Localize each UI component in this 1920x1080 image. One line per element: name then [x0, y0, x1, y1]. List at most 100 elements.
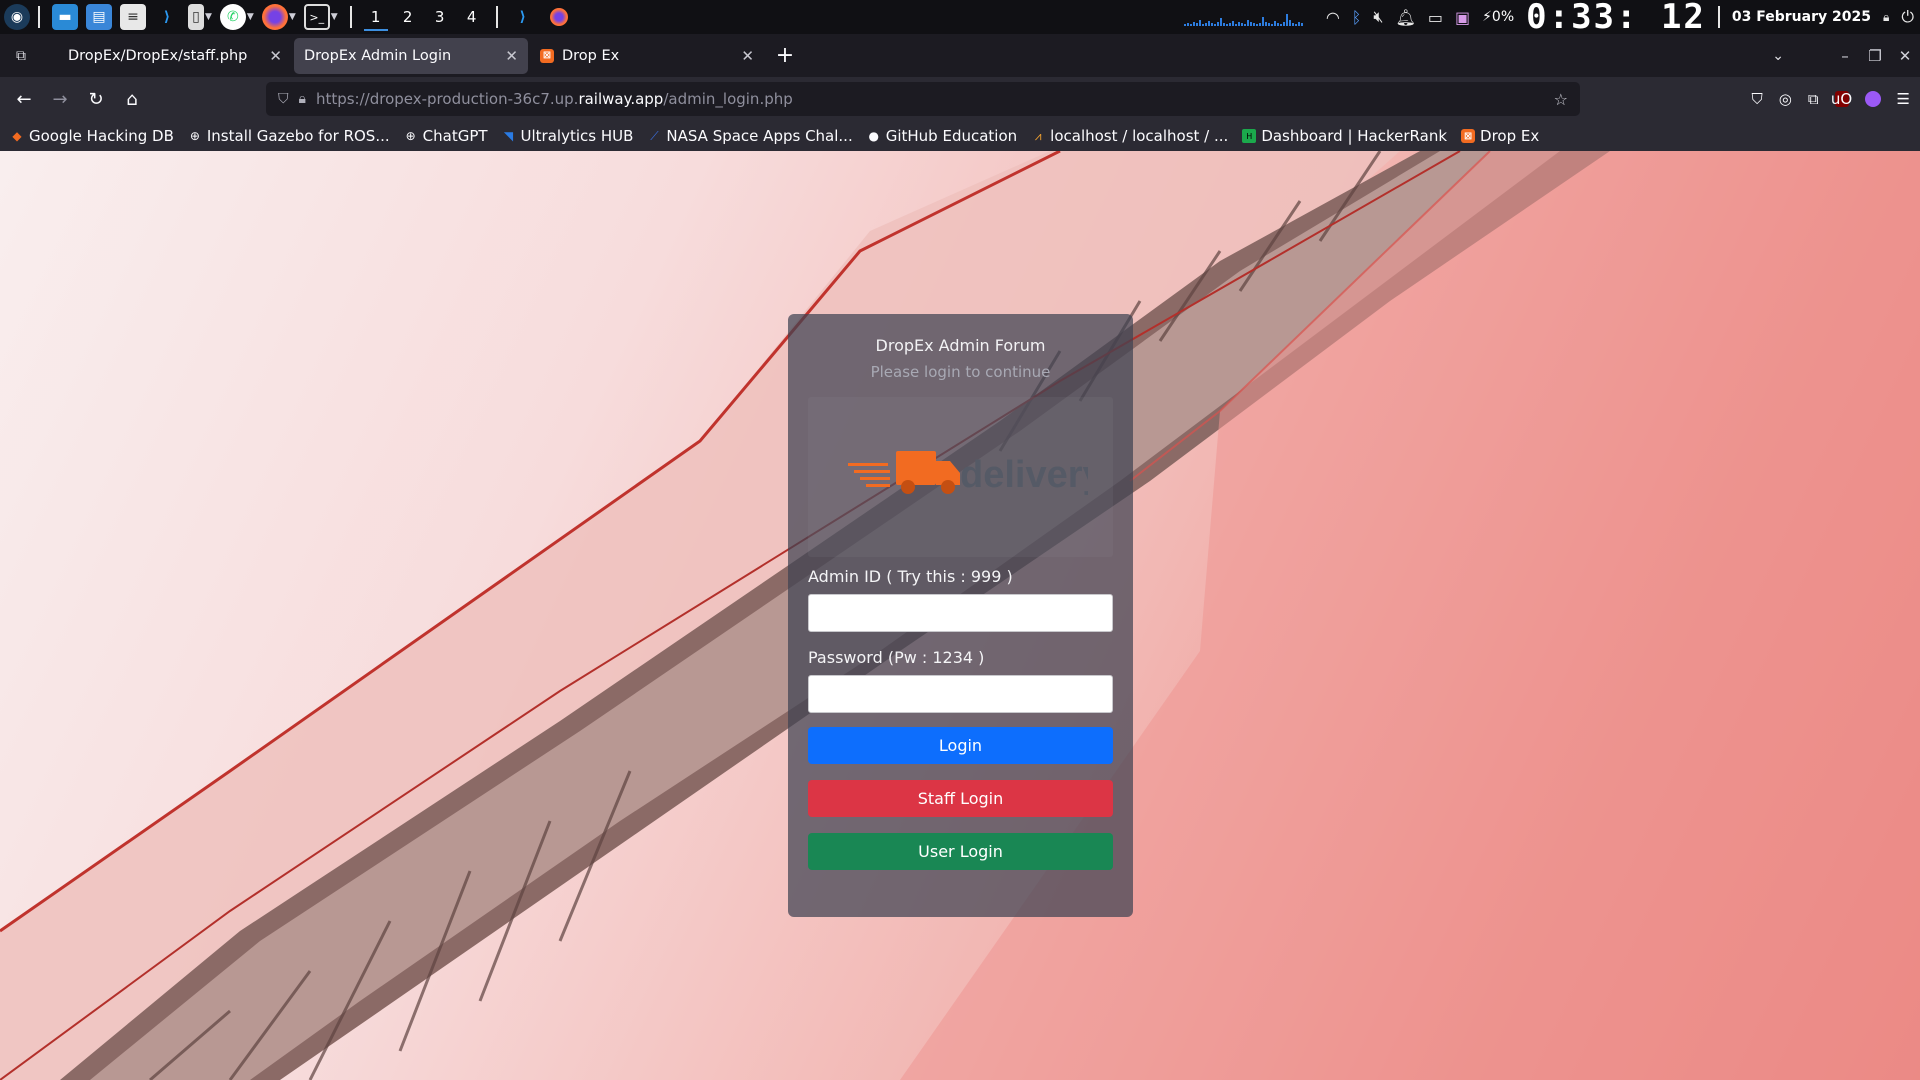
bell-icon[interactable]: 🔔︎: [1396, 8, 1416, 27]
minimize-icon[interactable]: –: [1830, 47, 1860, 65]
bookmark-github-education[interactable]: ● GitHub Education: [867, 127, 1017, 145]
network-graph-bar: [1273, 21, 1276, 26]
url-text[interactable]: https://dropex-production-36c7.up.railwa…: [316, 90, 1544, 108]
dropex-icon: ⊠: [1461, 129, 1476, 143]
extensions-icon[interactable]: ⧉: [1808, 90, 1819, 108]
admin-id-input[interactable]: [808, 594, 1113, 632]
url-path: /admin_login.php: [663, 90, 793, 108]
pocket-icon[interactable]: ⛉: [1751, 90, 1762, 108]
date[interactable]: 03 February 2025: [1732, 9, 1871, 25]
chevron-down-icon[interactable]: ▼: [205, 12, 212, 22]
tab-list-icon[interactable]: ⧉: [4, 39, 38, 73]
network-graph-bar: [1282, 22, 1285, 26]
network-graph-bar: [1234, 24, 1237, 26]
bluetooth-icon[interactable]: ᛒ: [1352, 8, 1362, 27]
screenshot-icon[interactable]: ▣: [1455, 8, 1470, 27]
reload-icon[interactable]: ↻: [78, 81, 114, 117]
workspace-2[interactable]: 2: [392, 0, 424, 34]
firefox-icon[interactable]: [261, 4, 288, 30]
extension-icon[interactable]: [1864, 91, 1881, 107]
tab-title: DropEx Admin Login: [304, 47, 452, 64]
tracking-protection-icon[interactable]: ⛉: [278, 91, 289, 107]
menu-icon[interactable]: ☰: [1897, 90, 1910, 108]
close-icon[interactable]: ✕: [741, 47, 754, 65]
text-editor-icon[interactable]: ≡: [120, 4, 146, 30]
vscode-window-icon[interactable]: ⟩: [510, 4, 536, 30]
login-title: DropEx Admin Forum: [875, 336, 1046, 355]
network-graph-bar: [1237, 22, 1240, 26]
new-tab-button[interactable]: +: [768, 39, 802, 73]
desktop-icon[interactable]: ▬: [52, 4, 78, 30]
bookmark-star-icon[interactable]: ☆: [1554, 90, 1568, 109]
network-graph-bar: [1264, 22, 1267, 26]
bookmark-label: GitHub Education: [885, 127, 1018, 145]
chevron-down-icon[interactable]: ▼: [289, 12, 296, 22]
tab-drop-ex[interactable]: ⊠ Drop Ex ✕: [530, 38, 764, 74]
forward-icon[interactable]: →: [42, 81, 78, 117]
clock[interactable]: 0:33: 12: [1526, 0, 1706, 34]
network-graph-bar: [1189, 24, 1192, 26]
ublock-origin-icon[interactable]: uO: [1831, 90, 1852, 108]
bookmark-nasa-space-apps[interactable]: ⟋ NASA Space Apps Chal...: [647, 127, 853, 145]
network-graph-bar: [1216, 22, 1219, 26]
network-graph-bar: [1246, 20, 1249, 26]
wifi-icon[interactable]: ◠: [1326, 8, 1340, 27]
vscode-icon[interactable]: ⟩: [154, 4, 180, 30]
back-icon[interactable]: ←: [6, 81, 42, 117]
network-graph-bar: [1243, 24, 1246, 26]
app-launcher-icon[interactable]: ◉: [4, 4, 30, 30]
bookmark-install-gazebo[interactable]: ⊕ Install Gazebo for ROS...: [188, 127, 390, 145]
phpmyadmin-icon: ⩘: [1034, 128, 1042, 143]
home-icon[interactable]: ⌂: [114, 81, 150, 117]
firefox-window-icon[interactable]: [549, 8, 568, 26]
terminal-icon[interactable]: >_: [303, 4, 330, 30]
chevron-down-icon[interactable]: ▼: [247, 12, 254, 22]
clipboard-icon[interactable]: ▭: [1428, 8, 1443, 27]
close-icon[interactable]: ✕: [505, 47, 518, 65]
lock-icon[interactable]: 🔒︎: [299, 91, 306, 107]
user-login-button[interactable]: User Login: [808, 833, 1113, 870]
staff-login-button[interactable]: Staff Login: [808, 780, 1113, 817]
network-graph-bar: [1300, 23, 1303, 26]
bookmark-label: NASA Space Apps Chal...: [666, 127, 853, 145]
taskbar-separator: [349, 6, 352, 28]
bookmark-drop-ex[interactable]: ⊠ Drop Ex: [1461, 127, 1539, 145]
account-icon[interactable]: ◎: [1779, 90, 1792, 108]
workspace-1[interactable]: 1: [360, 0, 392, 34]
list-all-tabs-icon[interactable]: ⌄: [1772, 34, 1784, 77]
url-bar[interactable]: ⛉ 🔒︎ https://dropex-production-36c7.up.r…: [266, 82, 1580, 116]
file-manager-icon[interactable]: ▤: [86, 4, 112, 30]
taskbar-separator: [495, 6, 498, 28]
tab-admin-login[interactable]: DropEx Admin Login ✕: [294, 37, 528, 74]
bookmark-hackerrank[interactable]: H Dashboard | HackerRank: [1242, 127, 1447, 145]
system-taskbar: ◉ ▬ ▤ ≡ ⟩ ▯ ▼ ✆ ▼ ▼ >_ ▼ 1 2 3 4 ⟩ ◠ ᛒ 🔇…: [0, 0, 1920, 34]
admin-id-label: Admin ID ( Try this : 999 ): [808, 567, 1013, 586]
navigation-toolbar: ← → ↻ ⌂ ⛉ 🔒︎ https://dropex-production-3…: [0, 77, 1920, 121]
bookmark-google-hacking-db[interactable]: ◆ Google Hacking DB: [10, 127, 174, 145]
network-graph-bar: [1204, 23, 1207, 26]
power-icon[interactable]: ⏻: [1901, 7, 1914, 27]
volume-muted-icon[interactable]: 🔇︎: [1373, 7, 1383, 27]
battery-indicator[interactable]: ⚡0%: [1482, 9, 1514, 25]
delivery-logo: delivery: [808, 397, 1113, 557]
workspace-4[interactable]: 4: [456, 0, 488, 34]
password-input[interactable]: [808, 675, 1113, 713]
workspace-3[interactable]: 3: [424, 0, 456, 34]
bookmark-localhost[interactable]: ⩘ localhost / localhost / ...: [1031, 127, 1229, 145]
chevron-down-icon[interactable]: ▼: [331, 12, 338, 22]
network-graph-bar: [1276, 23, 1279, 26]
network-graph-bar: [1195, 23, 1198, 26]
bookmark-chatgpt[interactable]: ⊕ ChatGPT: [404, 127, 488, 145]
whatsapp-icon[interactable]: ✆: [219, 4, 246, 30]
network-graph-bar: [1279, 24, 1282, 26]
close-icon[interactable]: ✕: [269, 47, 282, 65]
network-graph-bar: [1222, 23, 1225, 26]
lock-icon[interactable]: 🔒︎: [1883, 10, 1889, 25]
login-button[interactable]: Login: [808, 727, 1113, 764]
restore-icon[interactable]: ❐: [1860, 47, 1890, 65]
bookmark-ultralytics-hub[interactable]: ◥ Ultralytics HUB: [502, 127, 633, 145]
document-viewer-icon[interactable]: ▯: [188, 4, 204, 30]
logo-text: delivery: [960, 454, 1088, 496]
tab-staff[interactable]: DropEx/DropEx/staff.php ✕: [58, 38, 292, 74]
close-window-icon[interactable]: ✕: [1890, 47, 1920, 65]
